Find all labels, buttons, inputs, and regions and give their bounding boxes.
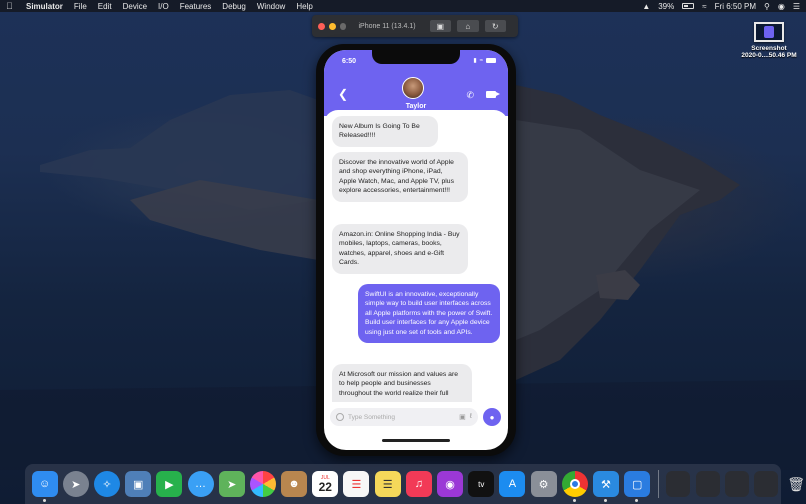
- apple-tv-label: tv: [478, 479, 485, 489]
- notes-icon[interactable]: ☰: [374, 471, 401, 497]
- menu-device[interactable]: Device: [123, 2, 147, 11]
- microphone-button[interactable]: ●: [483, 408, 501, 426]
- file-name-line2: 2020-0....50.46 PM: [741, 52, 797, 59]
- running-indicator: [635, 499, 639, 502]
- phone-call-icon[interactable]: ✆: [466, 90, 474, 101]
- wifi-icon[interactable]: ≈: [702, 2, 706, 11]
- minimized-window-thumbnail[interactable]: [695, 471, 720, 497]
- menu-edit[interactable]: Edit: [98, 2, 112, 11]
- spotlight-search-icon[interactable]: ⚲: [764, 2, 770, 11]
- input-actions: ▣ ℓ: [459, 413, 472, 421]
- rotate-button[interactable]: ↻: [484, 20, 506, 32]
- emoji-icon[interactable]: [336, 413, 344, 421]
- message-bubble-incoming: At Microsoft our mission and values are …: [332, 364, 472, 402]
- contact-name: Taylor: [405, 103, 427, 110]
- simulator-icon[interactable]: ▢: [624, 471, 651, 502]
- contact-avatar[interactable]: [402, 77, 424, 99]
- menu-clock[interactable]: Fri 6:50 PM: [715, 2, 756, 11]
- message-bubble-outgoing: SwiftUI is an innovative, exceptionally …: [358, 284, 500, 344]
- battery-status-icon: [486, 58, 496, 63]
- menu-debug[interactable]: Debug: [222, 2, 246, 11]
- reminders-icon[interactable]: ☰: [343, 471, 370, 497]
- chrome-icon[interactable]: [561, 471, 588, 502]
- phone-screen: 6:50 ▮ ≈ ❮ Taylor ✆ New Album Is Going T…: [324, 50, 508, 450]
- menu-features[interactable]: Features: [180, 2, 212, 11]
- airplay-icon[interactable]: ▲: [642, 2, 650, 11]
- back-chevron-icon[interactable]: ❮: [338, 88, 348, 100]
- dock-separator: [657, 470, 659, 498]
- home-indicator[interactable]: [382, 439, 450, 442]
- notification-center-icon[interactable]: ☰: [793, 2, 800, 11]
- calendar-icon[interactable]: JUL 22: [312, 471, 339, 497]
- home-button[interactable]: ⌂: [457, 20, 479, 32]
- battery-icon[interactable]: [682, 3, 695, 9]
- message-bubble-incoming: Discover the innovative world of Apple a…: [332, 152, 468, 202]
- preview-icon[interactable]: ▣: [125, 471, 152, 497]
- message-bubble-incoming: Amazon.in: Online Shopping India - Buy m…: [332, 224, 468, 274]
- menu-window[interactable]: Window: [257, 2, 285, 11]
- trash-icon[interactable]: 🗑: [783, 471, 806, 497]
- menu-file[interactable]: File: [74, 2, 87, 11]
- message-bubble-incoming: New Album Is Going To Be Released!!!!: [332, 116, 438, 147]
- menu-help[interactable]: Help: [296, 2, 312, 11]
- app-store-icon[interactable]: A: [499, 471, 526, 497]
- menu-bar:  Simulator File Edit Device I/O Feature…: [0, 0, 806, 12]
- minimized-window-thumbnail[interactable]: [753, 471, 778, 497]
- phone-notch: [372, 50, 460, 64]
- message-input-placeholder: Type Something: [348, 413, 395, 421]
- chat-message-list[interactable]: New Album Is Going To Be Released!!!! Di…: [324, 110, 508, 414]
- photos-icon[interactable]: [249, 471, 276, 497]
- wifi-status-icon: ≈: [479, 57, 483, 64]
- menu-io[interactable]: I/O: [158, 2, 169, 11]
- apple-menu-icon[interactable]: : [6, 1, 16, 11]
- minimized-window-thumbnail[interactable]: [724, 471, 749, 497]
- maps-icon[interactable]: ➤: [218, 471, 245, 497]
- simulator-device-title: iPhone 11 (13.4.1): [358, 22, 416, 30]
- camera-icon: ▣: [436, 21, 445, 31]
- rotate-icon: ↻: [491, 21, 499, 31]
- message-input-field[interactable]: Type Something ▣ ℓ: [330, 408, 478, 426]
- home-icon: ⌂: [465, 21, 471, 31]
- menu-app-name[interactable]: Simulator: [26, 2, 63, 11]
- apple-tv-icon[interactable]: tv: [468, 471, 495, 497]
- iphone-simulator: 6:50 ▮ ≈ ❮ Taylor ✆ New Album Is Going T…: [316, 44, 516, 456]
- siri-icon[interactable]: ◉: [778, 2, 785, 11]
- screenshot-thumbnail: [754, 22, 784, 42]
- messages-icon[interactable]: …: [187, 471, 214, 497]
- screenshot-button[interactable]: ▣: [429, 20, 452, 32]
- podcasts-icon[interactable]: ◉: [437, 471, 464, 497]
- contacts-icon[interactable]: ☻: [281, 471, 308, 497]
- simulator-window-toolbar: iPhone 11 (13.4.1) ▣ ⌂ ↻: [312, 15, 518, 37]
- cellular-icon: ▮: [473, 58, 477, 64]
- minimized-window-thumbnail[interactable]: [666, 471, 691, 497]
- calendar-day: 22: [318, 480, 332, 494]
- dock: ☺ ➤ ✧ ▣ ▶ … ➤ ☻ JUL 22 ☰ ☰ ♫ ◉ tv A ⚙ ⚒ …: [25, 464, 805, 504]
- system-preferences-icon[interactable]: ⚙: [530, 471, 557, 497]
- menu-bar-status-area: ▲ 39% ≈ Fri 6:50 PM ⚲ ◉ ☰: [642, 2, 800, 11]
- desktop-screenshot-file[interactable]: Screenshot 2020-0....50.46 PM: [732, 22, 806, 59]
- zoom-window-button[interactable]: [339, 22, 347, 30]
- video-call-icon[interactable]: [486, 91, 500, 98]
- file-name-line1: Screenshot: [751, 45, 787, 52]
- xcode-icon[interactable]: ⚒: [592, 471, 619, 502]
- paperclip-icon[interactable]: ℓ: [470, 413, 472, 421]
- running-indicator: [603, 499, 607, 502]
- microphone-icon: ●: [489, 412, 495, 422]
- close-window-button[interactable]: [318, 22, 325, 30]
- status-bar-time: 6:50: [342, 58, 357, 65]
- chrome-center: [569, 479, 580, 489]
- running-indicator: [42, 499, 46, 502]
- battery-percent[interactable]: 39%: [658, 2, 674, 11]
- launchpad-icon[interactable]: ➤: [62, 471, 89, 497]
- finder-icon[interactable]: ☺: [31, 471, 58, 502]
- running-indicator: [572, 499, 576, 502]
- facetime-icon[interactable]: ▶: [156, 471, 183, 497]
- camera-attach-icon[interactable]: ▣: [459, 413, 466, 421]
- safari-icon[interactable]: ✧: [93, 471, 120, 497]
- minimize-window-button[interactable]: [328, 22, 336, 30]
- status-bar-right: ▮ ≈: [473, 57, 496, 64]
- music-icon[interactable]: ♫: [405, 471, 432, 497]
